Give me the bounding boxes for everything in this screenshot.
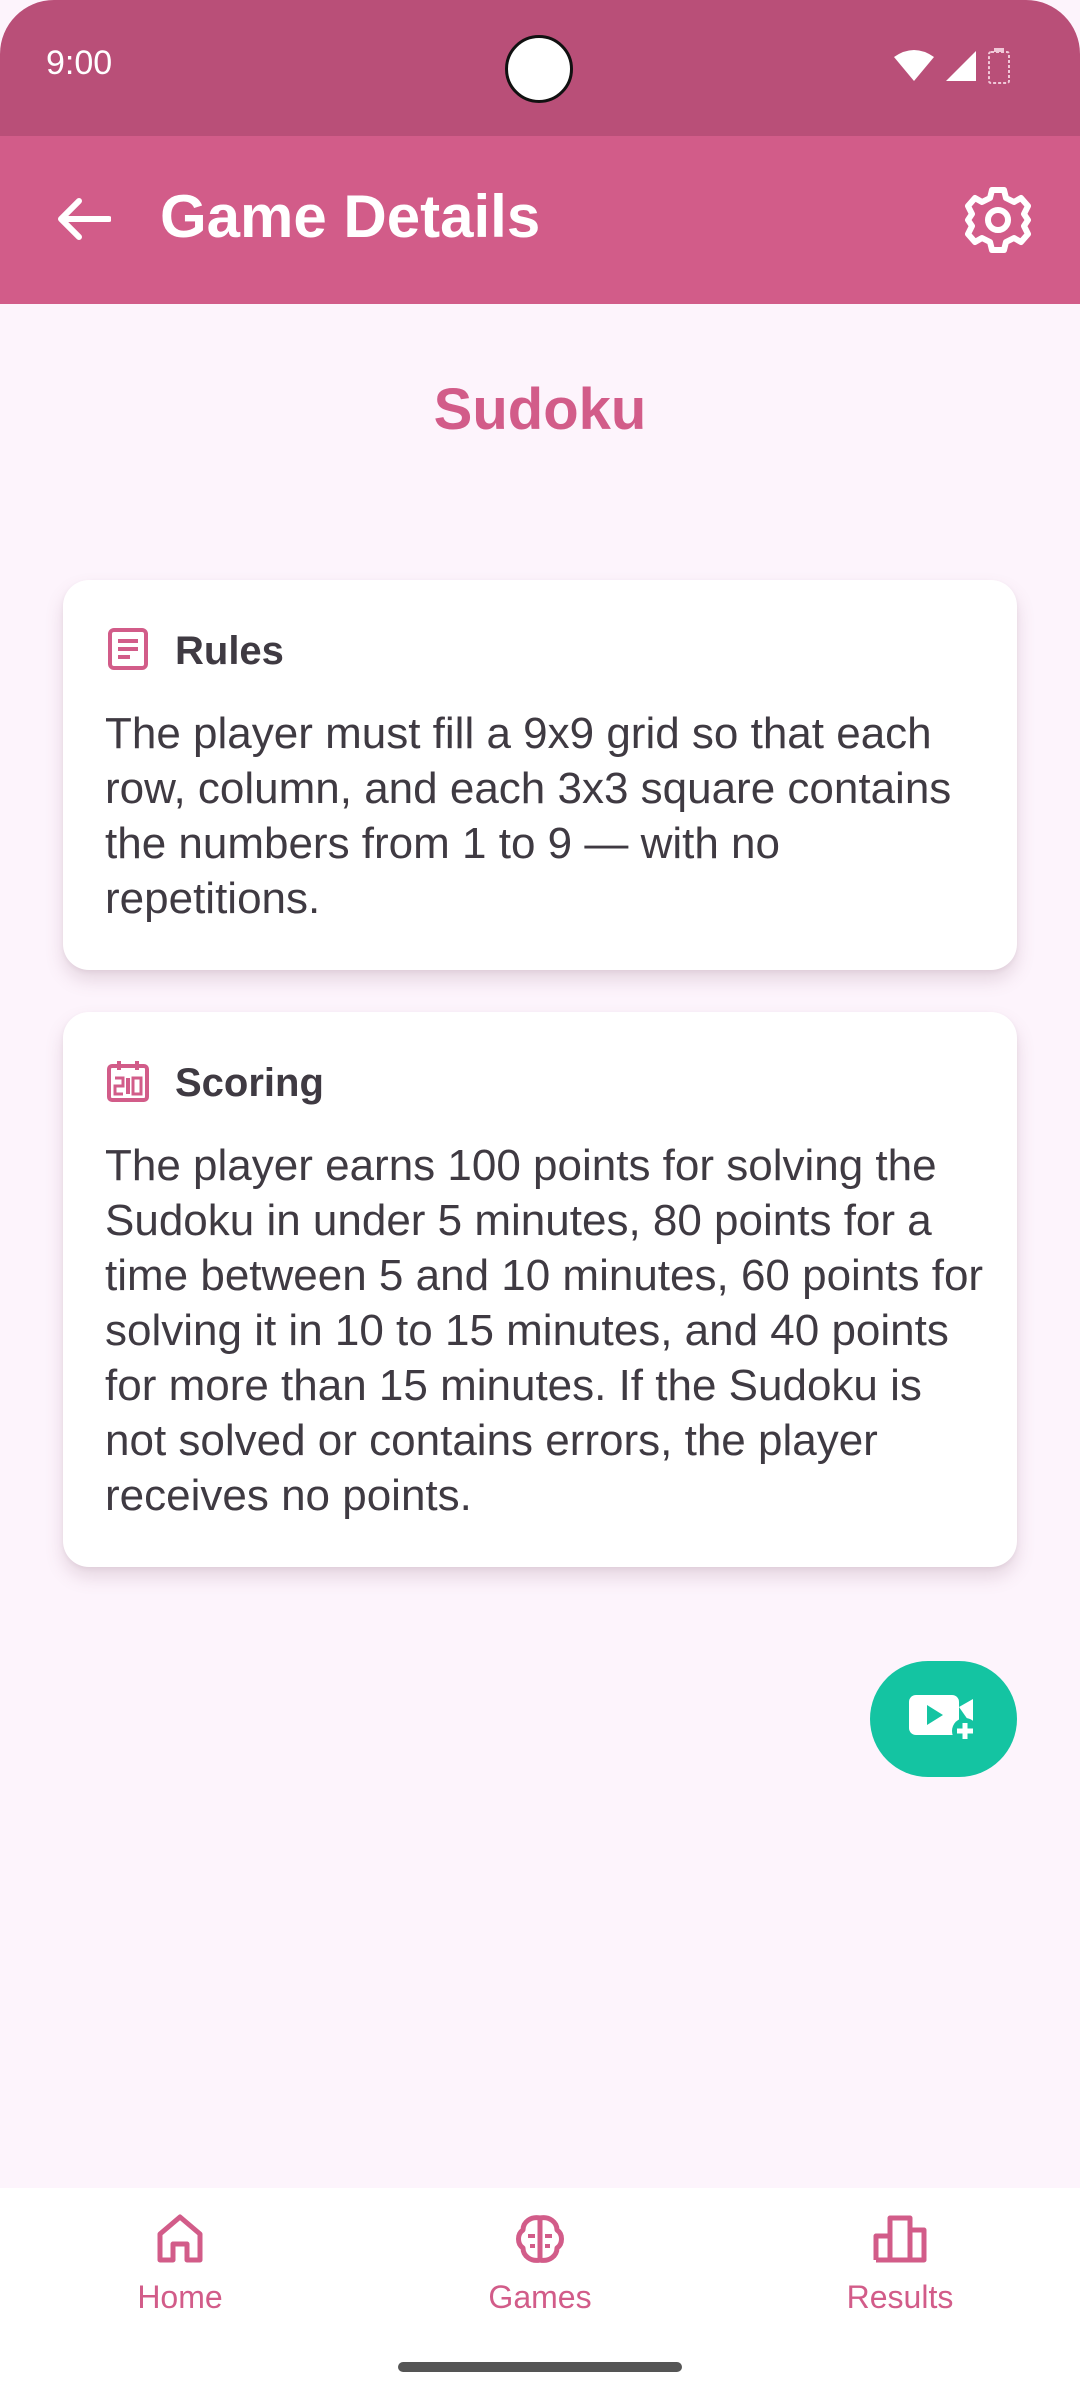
rules-title: Rules bbox=[175, 629, 284, 673]
camera-cutout bbox=[505, 35, 573, 103]
status-time: 9:00 bbox=[46, 44, 113, 82]
nav-item-results[interactable]: Results bbox=[780, 2212, 1020, 2332]
add-video-fab[interactable] bbox=[870, 1661, 1017, 1777]
app-bar: Game Details bbox=[0, 136, 1080, 304]
bar-chart-icon bbox=[872, 2212, 928, 2271]
back-button[interactable] bbox=[48, 186, 118, 256]
arrow-left-icon bbox=[55, 197, 112, 246]
brain-icon bbox=[513, 2212, 567, 2271]
scoring-text: The player earns 100 points for solving … bbox=[105, 1141, 984, 1520]
nav-label-games: Games bbox=[488, 2279, 592, 2315]
video-add-icon bbox=[907, 1689, 981, 1750]
wifi-icon bbox=[894, 49, 934, 88]
scoring-card: Scoring The player earns 100 points for … bbox=[63, 1012, 1017, 1567]
home-indicator[interactable] bbox=[398, 2362, 682, 2372]
signal-icon bbox=[944, 49, 978, 88]
rules-text: The player must fill a 9x9 grid so that … bbox=[105, 709, 952, 923]
scoring-title: Scoring bbox=[175, 1061, 324, 1105]
battery-icon bbox=[988, 48, 1010, 89]
nav-label-home: Home bbox=[137, 2279, 223, 2315]
status-icons bbox=[894, 48, 1010, 89]
status-bar: 9:00 bbox=[0, 0, 1080, 136]
gear-icon bbox=[964, 186, 1032, 259]
rules-card: Rules The player must fill a 9x9 grid so… bbox=[63, 580, 1017, 970]
nav-label-results: Results bbox=[846, 2279, 954, 2315]
game-title: Sudoku bbox=[433, 377, 647, 442]
rules-header: Rules bbox=[105, 626, 284, 677]
page-title: Game Details bbox=[160, 183, 541, 250]
settings-button[interactable] bbox=[960, 184, 1036, 260]
document-icon bbox=[105, 626, 151, 677]
home-icon bbox=[155, 2212, 205, 2271]
nav-item-home[interactable]: Home bbox=[60, 2212, 300, 2332]
nav-item-games[interactable]: Games bbox=[420, 2212, 660, 2332]
scoreboard-icon bbox=[105, 1058, 151, 1109]
scoring-header: Scoring bbox=[105, 1058, 324, 1109]
